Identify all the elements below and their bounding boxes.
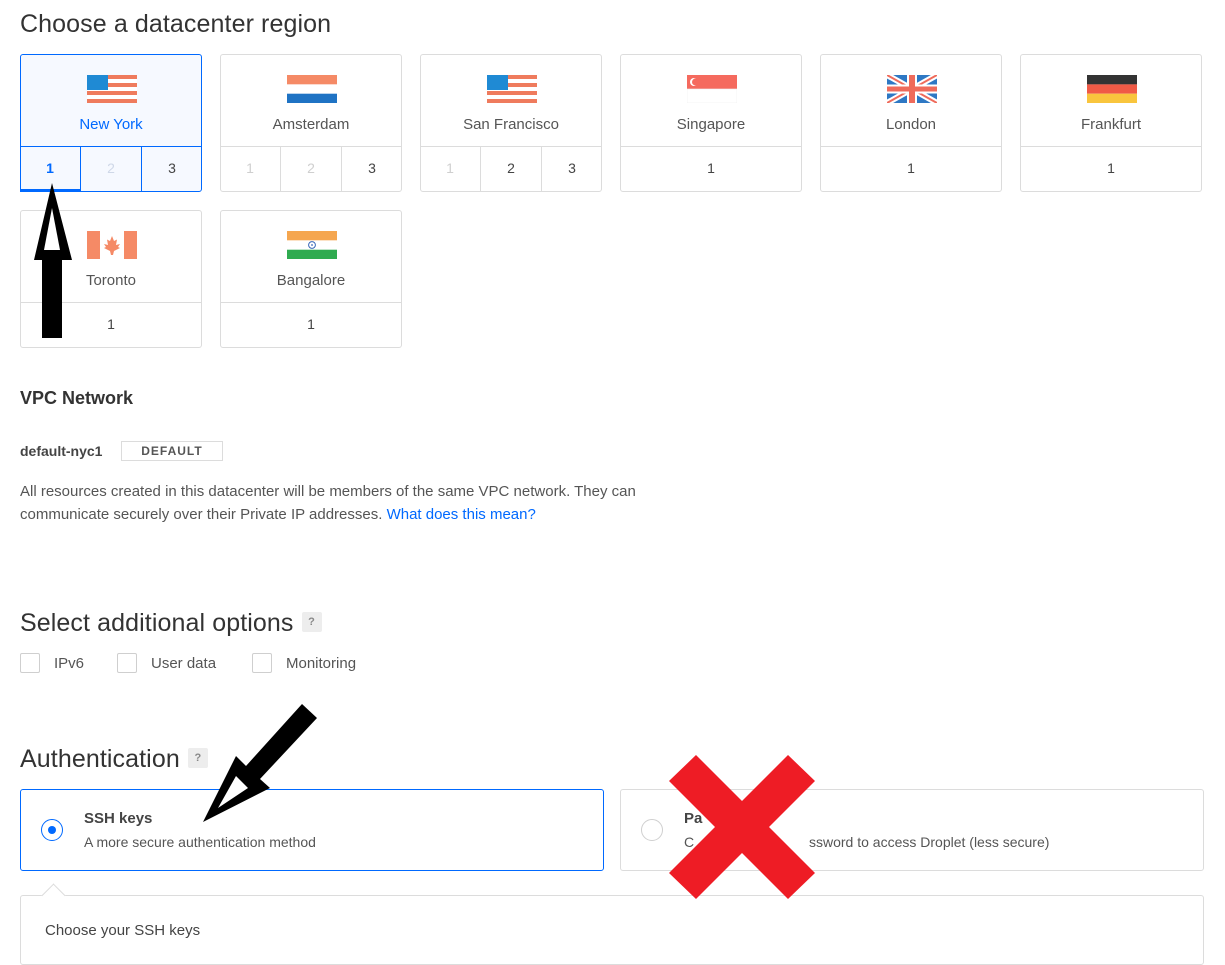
netherlands-flag-icon bbox=[287, 75, 337, 103]
password-radio[interactable] bbox=[641, 819, 663, 841]
region-name: Frankfurt bbox=[1080, 116, 1141, 133]
panel-caret bbox=[41, 883, 66, 908]
region-card-new-york[interactable]: New York 1 2 3 bbox=[20, 54, 202, 192]
vpc-title: VPC Network bbox=[20, 388, 134, 408]
option-label: IPv6 bbox=[54, 654, 85, 672]
auth-option-title: Pa bbox=[684, 810, 703, 827]
germany-flag-icon bbox=[1087, 75, 1137, 103]
auth-option-ssh-keys[interactable]: SSH keys A more secure authentication me… bbox=[20, 789, 604, 871]
option-label: Monitoring bbox=[286, 654, 357, 672]
auth-option-description-right: ssword to access Droplet (less secure) bbox=[809, 834, 1050, 850]
region-card-amsterdam[interactable]: Amsterdam 1 2 3 bbox=[220, 54, 402, 192]
region-name: Toronto bbox=[85, 272, 137, 289]
auth-option-description-left: C bbox=[684, 834, 695, 850]
user-data-checkbox[interactable] bbox=[117, 653, 137, 673]
region-name: San Francisco bbox=[463, 116, 559, 133]
option-user-data[interactable]: User data bbox=[117, 653, 216, 673]
ipv6-checkbox[interactable] bbox=[20, 653, 40, 673]
authentication-help-icon[interactable]: ? bbox=[187, 748, 208, 769]
region-card-toronto[interactable]: Toronto 1 bbox=[20, 210, 202, 348]
region-card-london[interactable]: London 1 bbox=[820, 54, 1002, 192]
us-flag-icon bbox=[87, 75, 137, 103]
datacenter-number-row: 1 bbox=[1020, 146, 1202, 192]
us-flag-icon bbox=[487, 75, 537, 103]
india-flag-icon bbox=[287, 231, 337, 259]
ssh-keys-panel: Choose your SSH keys bbox=[20, 883, 1204, 965]
option-monitoring[interactable]: Monitoring bbox=[252, 653, 356, 673]
datacenter-number-row: 1 bbox=[820, 146, 1002, 192]
option-ipv6[interactable]: IPv6 bbox=[20, 653, 84, 673]
region-name: Singapore bbox=[676, 116, 746, 133]
authentication-title: Authentication? bbox=[20, 745, 208, 774]
auth-option-description: A more secure authentication method bbox=[84, 834, 316, 850]
region-name: London bbox=[885, 116, 937, 133]
option-label: User data bbox=[151, 654, 217, 672]
region-name: Bangalore bbox=[276, 272, 346, 289]
region-card-san-francisco[interactable]: San Francisco 1 2 3 bbox=[420, 54, 602, 192]
datacenter-number-button[interactable]: 3 bbox=[541, 147, 602, 192]
datacenter-number-button[interactable]: 3 bbox=[341, 147, 402, 192]
datacenter-number-button[interactable]: 2 bbox=[480, 147, 541, 192]
region-name: Amsterdam bbox=[272, 116, 350, 133]
vpc-description: All resources created in this datacenter… bbox=[20, 480, 710, 526]
vpc-description-text: All resources created in this datacenter… bbox=[20, 483, 636, 523]
datacenter-number-row: 1 2 3 bbox=[220, 146, 402, 192]
auth-option-title: SSH keys bbox=[84, 810, 153, 827]
authentication-title-text: Authentication bbox=[20, 745, 180, 773]
datacenter-number-button[interactable]: 3 bbox=[141, 147, 202, 192]
datacenter-number-button: 1 bbox=[246, 160, 254, 176]
datacenter-number-button: 2 bbox=[280, 147, 341, 192]
region-card-bangalore[interactable]: Bangalore 1 bbox=[220, 210, 402, 348]
singapore-flag-icon bbox=[687, 75, 737, 103]
region-title: Choose a datacenter region bbox=[20, 10, 332, 38]
datacenter-number-button[interactable]: 1 bbox=[620, 147, 802, 192]
vpc-name: default-nyc1 bbox=[20, 443, 103, 459]
uk-flag-icon bbox=[887, 75, 937, 103]
datacenter-number-row: 1 2 3 bbox=[420, 146, 602, 192]
datacenter-number-button[interactable]: 1 bbox=[20, 147, 80, 192]
datacenter-number-button: 2 bbox=[80, 147, 141, 192]
auth-option-password[interactable]: Pa C ssword to access Droplet (less secu… bbox=[620, 789, 1204, 871]
monitoring-checkbox[interactable] bbox=[252, 653, 272, 673]
datacenter-number-button[interactable]: 1 bbox=[220, 303, 402, 348]
options-title-text: Select additional options bbox=[20, 609, 294, 637]
datacenter-number-button[interactable]: 1 bbox=[820, 147, 1002, 192]
region-name: New York bbox=[79, 116, 143, 133]
datacenter-number-row: 1 2 3 bbox=[20, 146, 202, 192]
region-card-singapore[interactable]: Singapore 1 bbox=[620, 54, 802, 192]
ssh-keys-panel-title: Choose your SSH keys bbox=[45, 922, 201, 939]
datacenter-number-button[interactable]: 1 bbox=[20, 303, 202, 348]
ssh-keys-radio[interactable] bbox=[41, 819, 63, 841]
options-help-icon[interactable]: ? bbox=[301, 612, 322, 633]
datacenter-number-row: 1 bbox=[220, 302, 402, 348]
datacenter-number-button: 1 bbox=[446, 160, 454, 176]
vpc-default-badge: DEFAULT bbox=[121, 441, 223, 461]
datacenter-number-row: 1 bbox=[20, 302, 202, 348]
datacenter-number-button[interactable]: 1 bbox=[1020, 147, 1202, 192]
options-title: Select additional options? bbox=[20, 609, 322, 638]
region-card-frankfurt[interactable]: Frankfurt 1 bbox=[1020, 54, 1202, 192]
datacenter-number-row: 1 bbox=[620, 146, 802, 192]
vpc-help-link[interactable]: What does this mean? bbox=[387, 506, 536, 523]
canada-flag-icon bbox=[87, 231, 137, 259]
